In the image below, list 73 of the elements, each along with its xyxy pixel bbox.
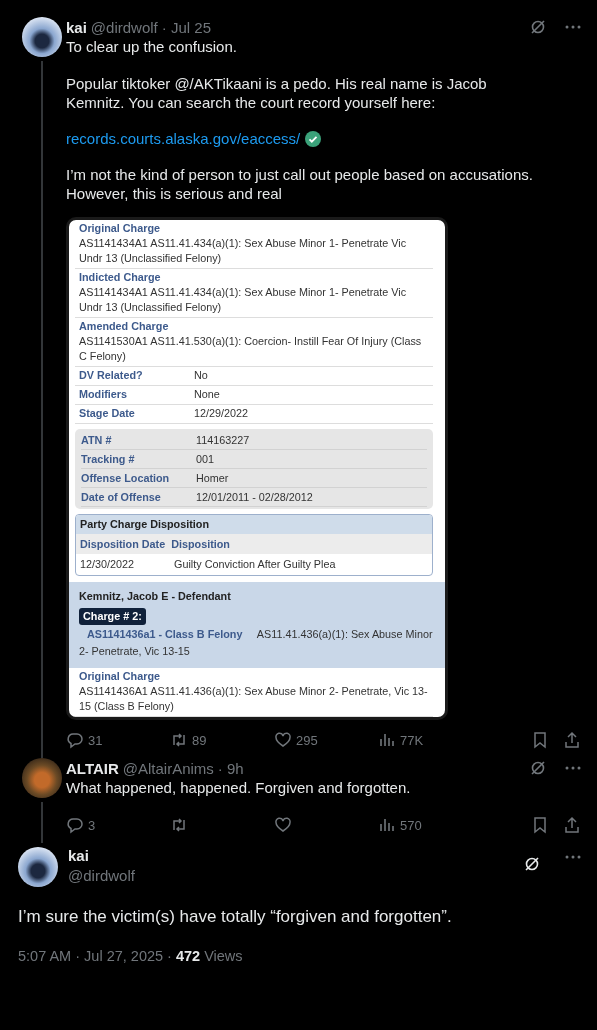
like-icon[interactable] — [274, 816, 292, 834]
record-label: ATN # — [81, 433, 113, 448]
post-text: To clear up the confusion. — [66, 37, 238, 56]
post-text: What happened, happened. Forgiven and forgotten. — [66, 778, 412, 797]
more-icon[interactable] — [565, 766, 581, 770]
court-record-screenshot[interactable] — [66, 217, 448, 720]
repost-icon[interactable] — [170, 731, 188, 749]
record-value: 12/01/2011 - 02/28/2012 — [196, 490, 313, 505]
record-label: Date of Offense — [81, 490, 162, 505]
record-label: Stage Date — [79, 406, 136, 421]
record-value: Homer — [196, 471, 229, 486]
record-label: Modifiers — [79, 387, 128, 402]
slashed-circle-icon[interactable] — [523, 855, 541, 873]
record-label: Original Charge — [79, 669, 161, 684]
post-time[interactable]: · 9h — [217, 759, 244, 777]
user-handle[interactable]: @AltairAnims — [122, 759, 214, 777]
record-label: DV Related? — [79, 368, 144, 383]
avatar[interactable] — [22, 17, 62, 57]
views-label: Views — [204, 948, 243, 964]
record-label: Tracking # — [81, 452, 136, 467]
table-cell: 12/30/2022 — [80, 557, 135, 572]
check-badge-icon — [305, 130, 322, 147]
views-chart-icon[interactable] — [378, 816, 396, 834]
share-icon[interactable] — [563, 816, 581, 834]
more-icon[interactable] — [565, 25, 581, 29]
record-label: Offense Location — [81, 471, 171, 486]
post-time[interactable]: · Jul 25 — [161, 18, 211, 36]
url-link[interactable]: records.courts.alaska.gov/eaccess/ — [66, 130, 301, 147]
column-header: Disposition Date — [80, 537, 166, 552]
reply-count: 31 — [88, 732, 103, 748]
table-cell: Guilty Conviction After Guilty Plea — [174, 557, 336, 572]
record-value: None — [194, 387, 220, 402]
post-text: Popular tiktoker @/AKTikaani is a pedo. His real name is Jacob Kemnitz. You can search the court record yourself here: — [66, 74, 488, 112]
avatar[interactable] — [18, 847, 58, 887]
bookmark-icon[interactable] — [531, 731, 549, 749]
views-chart-icon[interactable] — [378, 731, 396, 749]
share-icon[interactable] — [563, 731, 581, 749]
record-value: 114163227 — [196, 433, 250, 448]
record-value: No — [194, 368, 208, 383]
repost-icon[interactable] — [170, 816, 188, 834]
record-value: 001 — [196, 452, 214, 467]
user-handle[interactable]: @dirdwolf — [90, 18, 158, 36]
record-label: Original Charge — [79, 221, 161, 236]
record-value: 12/29/2022 — [194, 406, 249, 421]
user-handle[interactable]: @dirdwolf — [68, 867, 135, 884]
post-text: I’m sure the victim(s) have totally “forgiven and forgotten”. — [18, 907, 453, 926]
post-timestamp[interactable]: 5:07 AM · Jul 27, 2025 · — [18, 948, 172, 964]
view-count: 77K — [400, 732, 424, 748]
bookmark-icon[interactable] — [531, 816, 549, 834]
post-text: I’m not the kind of person to just call out people based on accusations. However, this is serious and real — [66, 165, 534, 203]
column-header: Disposition — [171, 537, 230, 552]
view-count: 472 — [175, 948, 201, 964]
like-icon[interactable] — [274, 731, 292, 749]
repost-count: 89 — [192, 732, 207, 748]
record-text: AS1141434A1 AS11.41.434(a)(1): Sex Abuse Minor 1- Penetrate Vic Undr 13 (Unclassified Felony) — [79, 285, 408, 315]
record-label: Amended Charge — [79, 319, 170, 334]
record-text: AS1141436A1 AS11.41.436(a)(1): Sex Abuse Minor 2- Penetrate, Vic 13-15 (Class B Felony) — [79, 684, 429, 714]
charge-number: Charge # 2: — [79, 608, 146, 625]
defendant-name: Kemnitz, Jacob E - Defendant — [79, 589, 232, 604]
display-name[interactable]: kai — [68, 847, 135, 864]
record-text: AS1141530A1 AS11.41.530(a)(1): Coercion- Instill Fear Of Injury (Class C Felony) — [79, 334, 423, 364]
reply-icon[interactable] — [66, 816, 84, 834]
record-label: Indicted Charge — [79, 270, 162, 285]
reply-icon[interactable] — [66, 731, 84, 749]
charge-description: AS1141436a1 - Class B Felony AS11.41.436(a)(1): Sex Abuse Minor 2- Penetrate, Vic 13-15 — [79, 627, 434, 659]
display-name[interactable]: ALTAIR — [66, 759, 119, 777]
reply-count: 3 — [88, 817, 96, 833]
panel-title: Party Charge Disposition — [76, 515, 432, 534]
display-name[interactable]: kai — [66, 18, 87, 36]
like-count: 295 — [296, 732, 318, 748]
more-icon[interactable] — [565, 855, 581, 859]
view-count: 570 — [400, 817, 422, 833]
record-text: AS1141434A1 AS11.41.434(a)(1): Sex Abuse Minor 1- Penetrate Vic Undr 13 (Unclassified Felony) — [79, 236, 408, 266]
